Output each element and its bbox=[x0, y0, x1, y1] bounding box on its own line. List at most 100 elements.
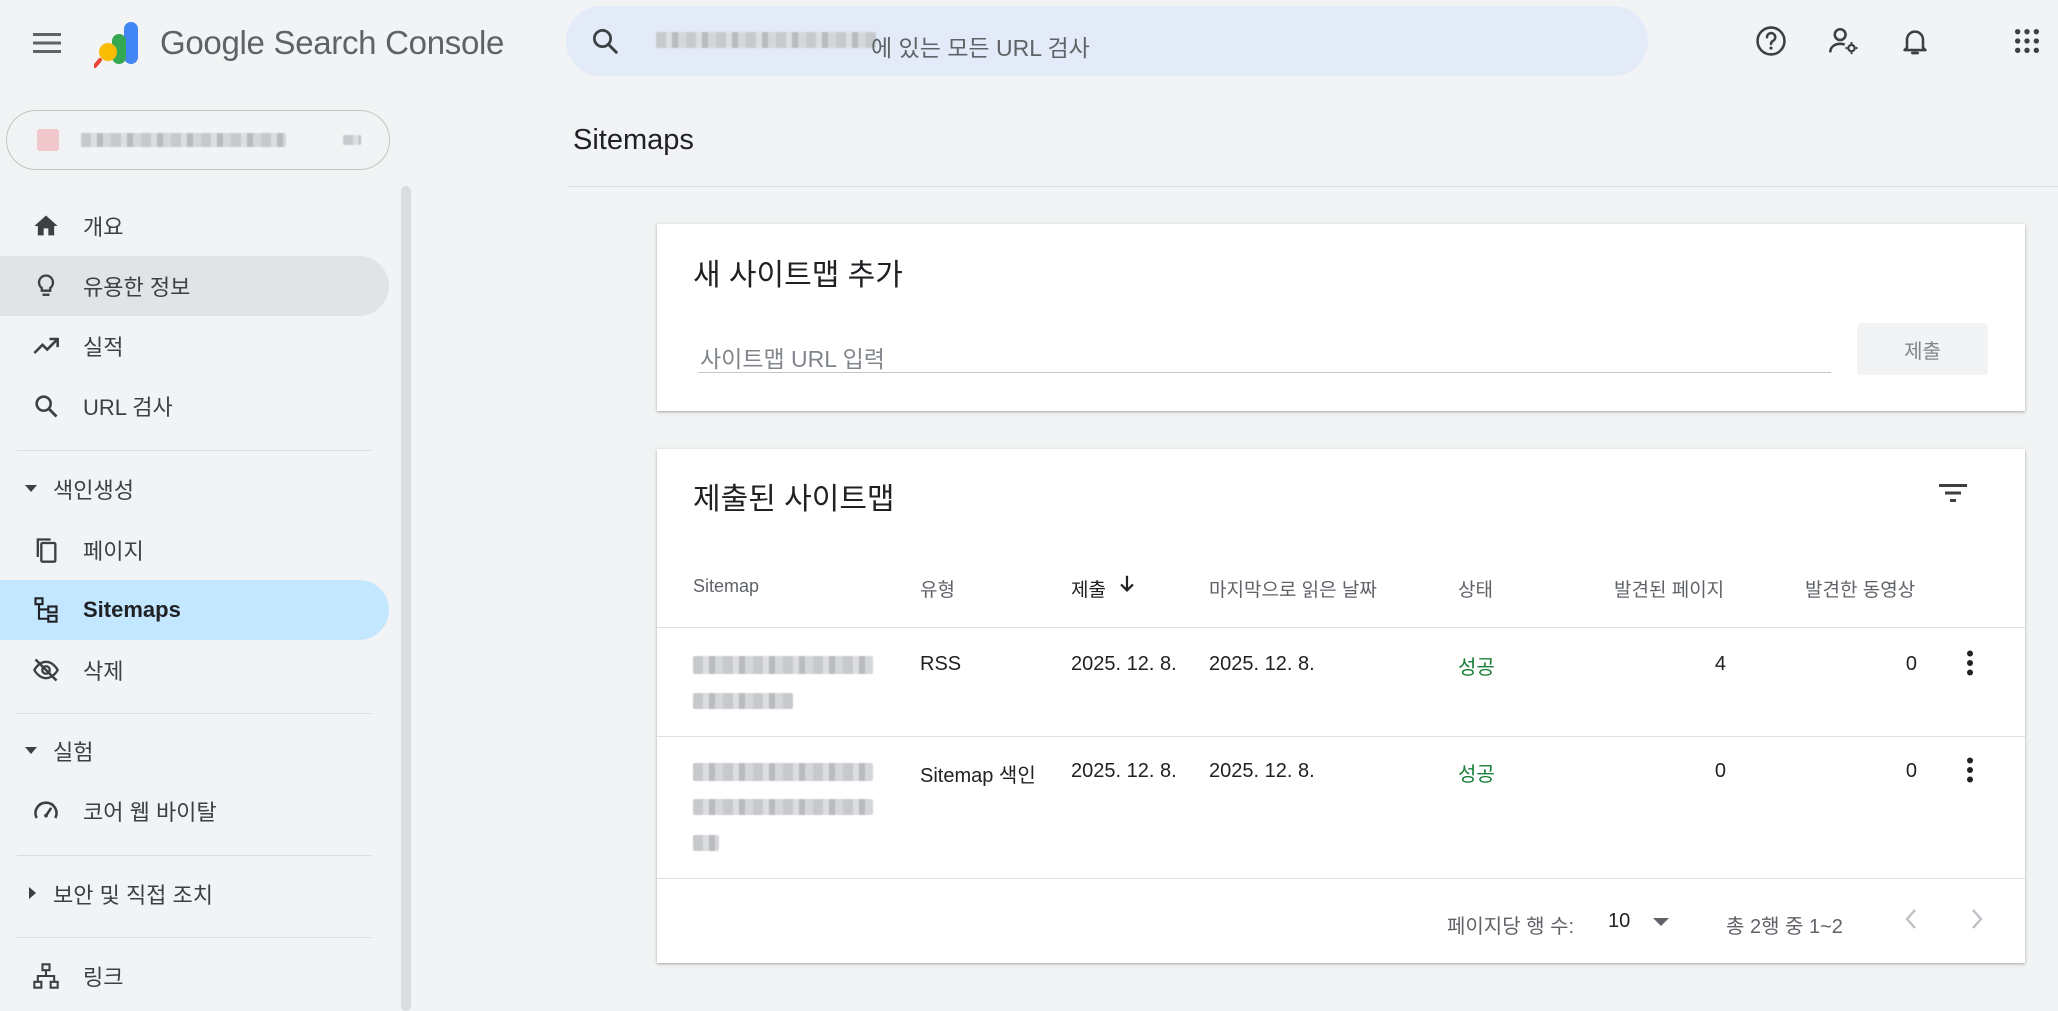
sidebar-item-core-web-vitals[interactable]: 코어 웹 바이탈 bbox=[0, 781, 389, 841]
dropdown-arrow-icon bbox=[1652, 917, 1670, 927]
row-discovered-videos: 0 bbox=[1905, 760, 1917, 782]
column-header-last-read[interactable]: 마지막으로 읽은 날짜 bbox=[1209, 575, 1377, 602]
page-title-divider bbox=[568, 186, 2058, 187]
sitemap-url-input[interactable]: 사이트맵 URL 입력 bbox=[698, 328, 1831, 373]
property-favicon bbox=[37, 129, 59, 151]
sitemap-url-redacted bbox=[693, 693, 793, 709]
sidebar-divider bbox=[17, 937, 371, 938]
rows-per-page-select[interactable]: 10 bbox=[1606, 902, 1684, 942]
sidebar-divider bbox=[17, 855, 371, 856]
row-discovered-videos: 0 bbox=[1905, 653, 1917, 675]
column-header-type[interactable]: 유형 bbox=[920, 575, 955, 602]
apps-grid-icon[interactable] bbox=[2008, 22, 2046, 60]
property-dropdown-redacted bbox=[343, 135, 361, 145]
help-icon[interactable] bbox=[1752, 22, 1790, 60]
row-discovered-pages: 0 bbox=[1714, 760, 1726, 782]
submit-button-label: 제출 bbox=[1904, 340, 1941, 363]
sidebar-divider bbox=[17, 713, 371, 714]
section-label: 보안 및 직접 조치 bbox=[53, 883, 214, 908]
next-page-icon[interactable] bbox=[1958, 900, 1996, 938]
sidebar-item-url-inspection[interactable]: URL 검사 bbox=[0, 376, 389, 436]
url-inspection-search-bar[interactable]: 에 있는 모든 URL 검사 bbox=[566, 6, 1648, 76]
sidebar-section-indexing[interactable]: 색인생성 bbox=[0, 467, 389, 511]
add-sitemap-title: 새 사이트맵 추가 bbox=[693, 259, 903, 292]
sidebar-item-label: 코어 웹 바이탈 bbox=[83, 800, 217, 825]
submitted-sitemaps-title: 제출된 사이트맵 bbox=[693, 483, 895, 516]
page-title: Sitemaps bbox=[573, 124, 694, 156]
links-network-icon bbox=[32, 962, 60, 990]
sidebar-item-label: Sitemaps bbox=[83, 597, 181, 622]
sidebar-scrollbar[interactable] bbox=[401, 186, 411, 1011]
sidebar-item-label: 삭제 bbox=[83, 659, 124, 684]
column-header-sitemap[interactable]: Sitemap bbox=[693, 576, 759, 597]
home-icon bbox=[32, 212, 60, 240]
search-icon[interactable] bbox=[590, 26, 620, 56]
sitemap-url-redacted bbox=[693, 799, 873, 815]
sidebar-item-label: 유용한 정보 bbox=[83, 275, 191, 300]
sidebar-item-sitemaps[interactable]: Sitemaps bbox=[0, 580, 389, 640]
sitemap-url-redacted bbox=[693, 835, 719, 851]
sidebar-item-label: 링크 bbox=[83, 965, 124, 990]
row-last-read-date: 2025. 12. 8. bbox=[1209, 760, 1315, 782]
manage-users-icon[interactable] bbox=[1824, 22, 1862, 60]
sidebar-item-label: 실적 bbox=[83, 335, 124, 360]
sitemap-url-redacted bbox=[693, 656, 873, 674]
filter-icon[interactable] bbox=[1934, 474, 1972, 512]
sidebar-divider bbox=[17, 450, 371, 451]
property-selector[interactable] bbox=[6, 110, 390, 170]
pagination-range: 총 2행 중 1~2 bbox=[1726, 916, 1843, 938]
property-name-redacted bbox=[81, 133, 286, 147]
caret-down-icon bbox=[24, 483, 38, 495]
row-last-read-date: 2025. 12. 8. bbox=[1209, 653, 1315, 675]
row-type: Sitemap 색인 bbox=[920, 765, 1036, 787]
section-label: 색인생성 bbox=[53, 478, 134, 503]
more-vert-icon[interactable] bbox=[1951, 751, 1989, 789]
rows-per-page-value: 10 bbox=[1608, 910, 1631, 932]
sitemap-url-redacted bbox=[693, 763, 873, 781]
speed-gauge-icon bbox=[32, 797, 60, 825]
sidebar-item-label: 페이지 bbox=[83, 539, 144, 564]
sidebar-item-label: URL 검사 bbox=[83, 395, 173, 420]
sort-descending-icon[interactable] bbox=[1116, 573, 1138, 595]
lightbulb-icon bbox=[32, 272, 60, 300]
notifications-icon[interactable] bbox=[1896, 22, 1934, 60]
sidebar-item-pages[interactable]: 페이지 bbox=[0, 520, 389, 580]
sidebar-item-performance[interactable]: 실적 bbox=[0, 316, 389, 376]
sitemap-icon bbox=[32, 596, 60, 624]
column-header-discovered-videos[interactable]: 발견한 동영상 bbox=[1805, 575, 1915, 602]
sidebar-item-overview[interactable]: 개요 bbox=[0, 196, 389, 256]
column-header-status[interactable]: 상태 bbox=[1458, 575, 1493, 602]
app-logo-icon bbox=[94, 20, 146, 68]
column-header-submitted[interactable]: 제출 bbox=[1071, 575, 1106, 602]
table-row[interactable] bbox=[657, 628, 2025, 736]
row-status: 성공 bbox=[1458, 657, 1495, 679]
previous-page-icon[interactable] bbox=[1892, 900, 1930, 938]
row-divider bbox=[657, 878, 2025, 879]
add-sitemap-card: 새 사이트맵 추가 사이트맵 URL 입력 제출 bbox=[657, 224, 2025, 411]
sidebar-section-security[interactable]: 보안 및 직접 조치 bbox=[0, 872, 389, 916]
row-status: 성공 bbox=[1458, 764, 1495, 786]
sidebar-item-label: 개요 bbox=[83, 215, 124, 240]
caret-down-icon bbox=[24, 745, 38, 757]
row-discovered-pages: 4 bbox=[1714, 653, 1726, 675]
search-icon bbox=[32, 392, 60, 420]
column-header-discovered-pages[interactable]: 발견된 페이지 bbox=[1614, 575, 1724, 602]
pages-icon bbox=[32, 536, 60, 564]
caret-right-icon bbox=[27, 886, 37, 900]
trending-up-icon bbox=[32, 332, 60, 360]
property-url-redacted bbox=[656, 32, 876, 48]
row-submitted-date: 2025. 12. 8. bbox=[1071, 760, 1177, 782]
sidebar-item-removals[interactable]: 삭제 bbox=[0, 640, 389, 700]
sidebar-section-experiments[interactable]: 실험 bbox=[0, 729, 389, 773]
search-input-placeholder[interactable]: 에 있는 모든 URL 검사 bbox=[871, 29, 1090, 63]
sitemap-url-placeholder: 사이트맵 URL 입력 bbox=[700, 346, 885, 372]
rows-per-page-label: 페이지당 행 수: bbox=[1447, 916, 1575, 938]
row-submitted-date: 2025. 12. 8. bbox=[1071, 653, 1177, 675]
sidebar-item-links[interactable]: 링크 bbox=[0, 946, 389, 1006]
more-vert-icon[interactable] bbox=[1951, 644, 1989, 682]
submit-sitemap-button[interactable]: 제출 bbox=[1857, 323, 1988, 375]
row-type: RSS bbox=[920, 653, 962, 675]
app-title[interactable]: Google Search Console bbox=[160, 24, 504, 62]
sidebar-item-insights[interactable]: 유용한 정보 bbox=[0, 256, 389, 316]
main-menu-icon[interactable] bbox=[28, 24, 66, 62]
